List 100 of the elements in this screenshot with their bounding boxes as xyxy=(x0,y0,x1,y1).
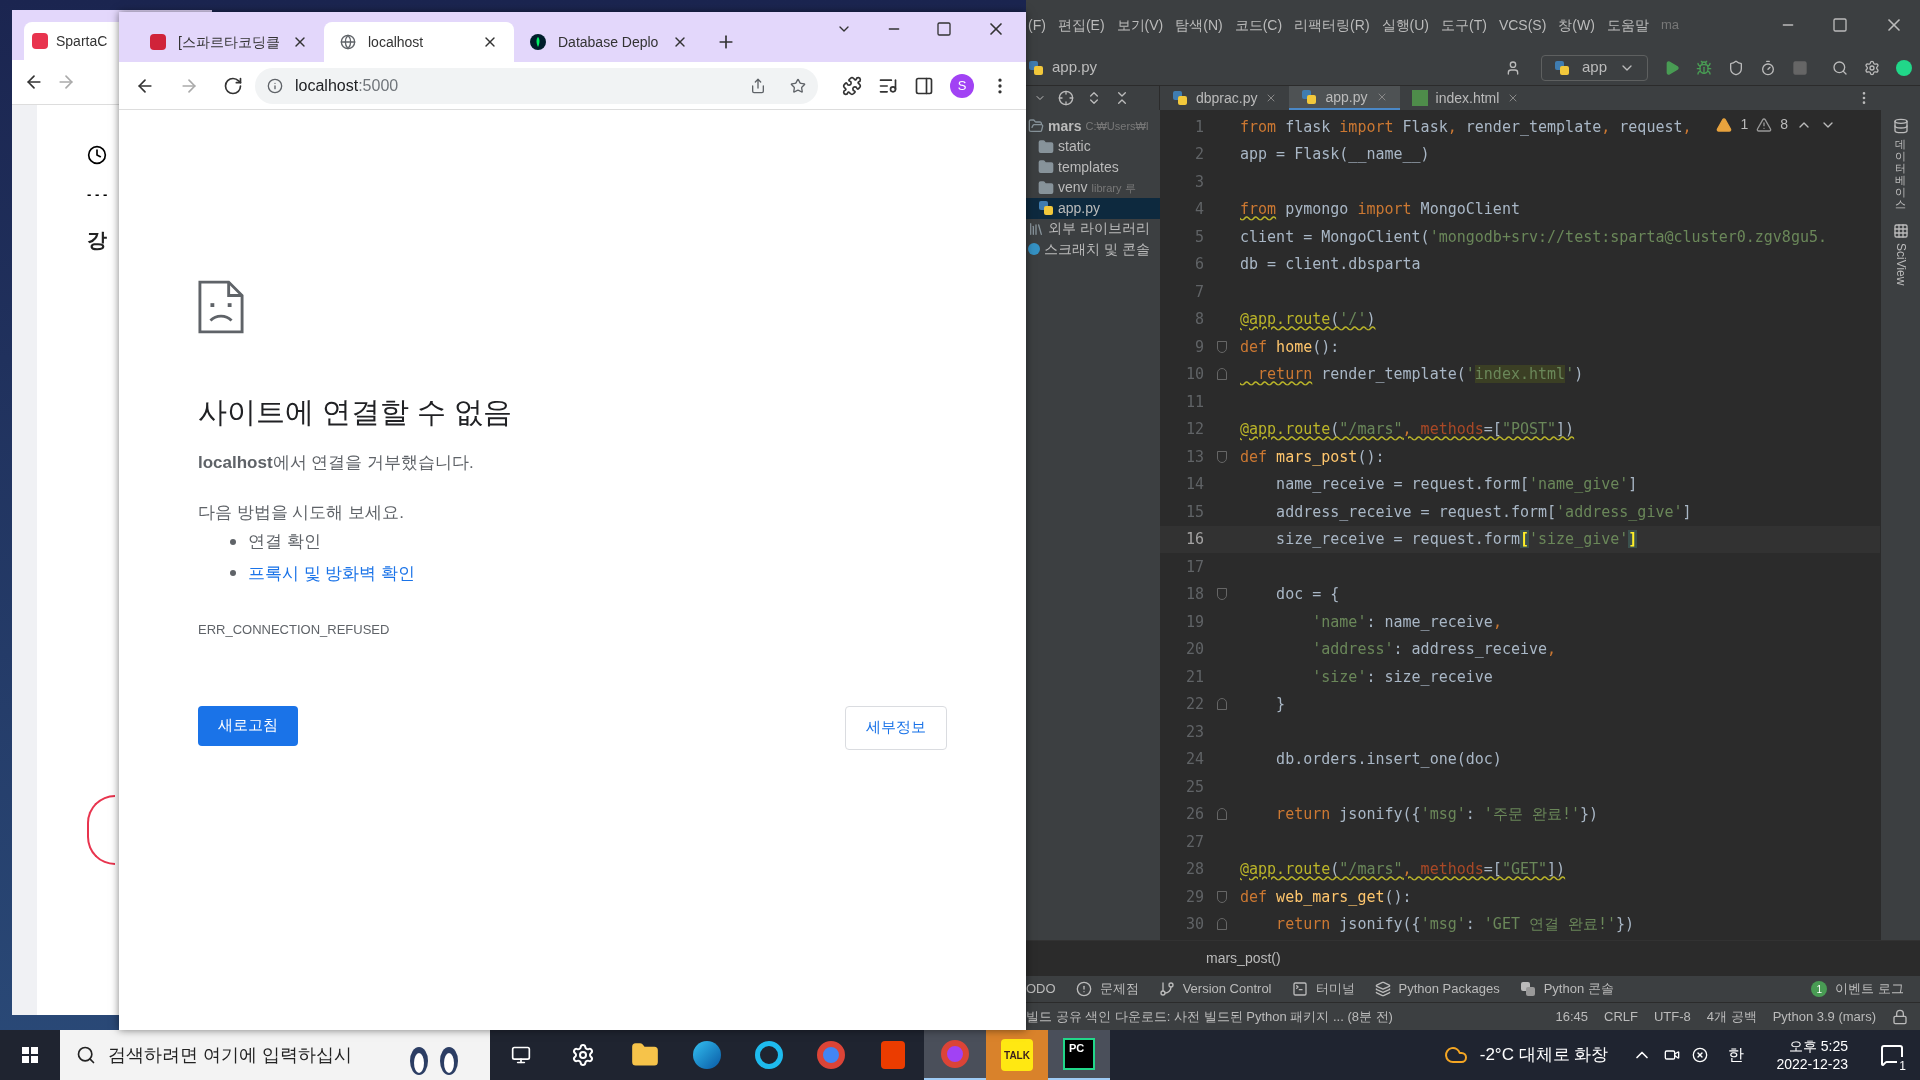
python-file-icon xyxy=(1172,90,1188,106)
menu-item[interactable]: 도구(T) xyxy=(1441,14,1487,36)
profile-icon[interactable] xyxy=(1760,59,1776,76)
database-icon xyxy=(1892,118,1909,134)
run-icon[interactable] xyxy=(1664,59,1680,76)
line-number: 22 xyxy=(1184,694,1204,715)
task-view-icon xyxy=(511,1045,531,1065)
toolbox-logo-icon[interactable] xyxy=(1896,59,1912,76)
search-icon[interactable] xyxy=(1832,59,1848,76)
run-config-dropdown[interactable]: app xyxy=(1540,54,1648,81)
code-token: import xyxy=(1339,117,1394,136)
status-item[interactable]: 16:45 xyxy=(1555,1006,1589,1027)
maximize-icon[interactable] xyxy=(1832,17,1848,33)
line-number: 19 xyxy=(1184,611,1204,633)
clock[interactable]: 오후 5:25 2022-12-23 xyxy=(1764,1037,1860,1073)
info-icon[interactable] xyxy=(267,77,283,94)
browser-tab[interactable]: [스파르타코딩클 xyxy=(134,22,324,62)
coverage-icon[interactable] xyxy=(1728,59,1744,76)
browser-tab[interactable]: SpartaC xyxy=(24,22,119,60)
editor-tab[interactable]: index.html xyxy=(1399,86,1532,110)
chrome-logo-icon xyxy=(941,1040,969,1068)
status-item[interactable]: Python 3.9 (mars) xyxy=(1772,1006,1876,1027)
menu-item[interactable]: (F) xyxy=(1028,14,1046,36)
menu-item[interactable]: 창(W) xyxy=(1558,14,1595,36)
project-tree-item[interactable]: 스크래치 및 콘솔 xyxy=(1026,239,1160,260)
project-tree-item[interactable]: static xyxy=(1026,136,1160,157)
editor-tab[interactable]: dbprac.py xyxy=(1160,86,1290,110)
locate-icon[interactable] xyxy=(1058,90,1074,106)
status-item[interactable]: 4개 공백 xyxy=(1706,1006,1757,1027)
address-bar[interactable]: localhost:5000 xyxy=(255,67,818,104)
python-file-icon xyxy=(1553,59,1570,76)
debug-icon[interactable] xyxy=(1696,59,1712,76)
line-number: 2 xyxy=(1193,144,1204,165)
tool-window-button[interactable]: 데이터베이스 xyxy=(1892,118,1909,211)
broken-page-icon xyxy=(198,280,244,334)
details-button[interactable]: 세부정보 xyxy=(845,705,947,750)
event-log-tab[interactable]: 1 이벤트 로그 xyxy=(1811,979,1904,999)
profile-avatar[interactable]: S xyxy=(950,73,974,98)
meet-icon[interactable] xyxy=(1664,1047,1681,1063)
project-tree-item[interactable]: templates xyxy=(1026,157,1160,178)
code-token: (): xyxy=(1384,887,1412,906)
ime-indicator[interactable]: 한 xyxy=(1720,1043,1753,1067)
tool-window-button[interactable]: SciView xyxy=(1891,222,1910,286)
status-item[interactable]: UTF-8 xyxy=(1654,1006,1691,1027)
taskbar-app[interactable] xyxy=(924,1030,986,1080)
code-token: size_receive = request.form xyxy=(1275,530,1520,548)
taskbar-app[interactable]: TALK xyxy=(986,1030,1048,1080)
tool-window-tab[interactable]: Python Packages xyxy=(1374,979,1500,999)
warning-icon[interactable] xyxy=(1756,116,1773,133)
tool-window-tab[interactable]: 터미널 xyxy=(1291,979,1355,999)
lock-icon[interactable] xyxy=(1892,1008,1908,1025)
tool-window-tab[interactable]: Python 콘솔 xyxy=(1519,979,1614,999)
code-token: ) xyxy=(1574,365,1584,383)
reload-button[interactable]: 새로고침 xyxy=(198,705,298,746)
code-token: }) xyxy=(1579,805,1599,823)
menu-item[interactable]: 편집(E) xyxy=(1057,14,1105,36)
extensions-icon[interactable] xyxy=(842,75,862,96)
tool-window-tab[interactable]: 문제점 xyxy=(1075,979,1139,999)
menu-item[interactable]: 실행(U) xyxy=(1381,14,1429,36)
code-token: def xyxy=(1240,447,1268,466)
tool-window-tab[interactable]: ODO xyxy=(1026,979,1056,999)
status-message[interactable]: 빌드 공유 색인 다운로드: 사전 빌드된 Python 패키지 ... (8분 전) xyxy=(1026,1006,1393,1027)
suggestion-link[interactable]: 프록시 및 방화벽 확인 xyxy=(248,560,416,586)
menu-item[interactable]: VCS(S) xyxy=(1498,14,1547,36)
search-input[interactable]: 검색하려면 여기에 입력하십시 xyxy=(108,1041,382,1069)
tray-close-icon[interactable] xyxy=(1692,1047,1709,1063)
tool-window-tab[interactable]: Version Control xyxy=(1158,979,1272,999)
menu-item[interactable]: 도움말 xyxy=(1606,14,1649,36)
project-tree-item[interactable]: mars C:₩Users₩l xyxy=(1026,116,1160,137)
breadcrumb[interactable]: mars_post() xyxy=(1206,947,1281,969)
taskbar-app[interactable]: PC xyxy=(1048,1030,1110,1080)
browser-tab[interactable]: localhost xyxy=(324,22,514,62)
event-count-badge: 1 xyxy=(1811,981,1828,997)
menu-item[interactable]: 탐색(N) xyxy=(1175,14,1223,36)
menu-item[interactable]: 코드(C) xyxy=(1234,14,1283,36)
search-field[interactable]: 검색하려면 여기에 입력하십시 xyxy=(60,1030,490,1080)
circle-button[interactable] xyxy=(87,794,115,865)
share-icon[interactable] xyxy=(750,77,766,94)
line-number: 3 xyxy=(1193,171,1204,193)
bookmark-icon[interactable] xyxy=(790,77,806,94)
error-icon[interactable] xyxy=(1716,116,1733,133)
code-token: ( xyxy=(1330,860,1340,878)
settings-icon[interactable] xyxy=(1864,59,1880,76)
menu-item[interactable]: 보기(V) xyxy=(1116,14,1164,36)
weather-text[interactable]: -2°C 대체로 화창 xyxy=(1479,1042,1609,1068)
editor-tab[interactable]: app.py xyxy=(1289,86,1400,110)
menu-item[interactable]: 리팩터링(R) xyxy=(1294,14,1370,36)
code-token: Flask xyxy=(1401,117,1448,136)
maximize-icon[interactable] xyxy=(936,21,952,37)
reload-icon[interactable] xyxy=(223,75,243,96)
line-number: 17 xyxy=(1184,556,1204,578)
side-panel-icon[interactable] xyxy=(914,75,934,96)
status-item[interactable]: CRLF xyxy=(1604,1006,1638,1027)
nav-file[interactable]: app.py xyxy=(1052,56,1098,79)
browser-tab[interactable]: Database Deplo xyxy=(514,22,704,62)
code-token: 'msg' xyxy=(1420,805,1466,823)
code-token: @app.route xyxy=(1240,420,1331,438)
project-tree-item[interactable]: app.py xyxy=(1026,198,1160,219)
project-tree-item[interactable]: 외부 라이브러리 xyxy=(1026,218,1160,239)
clock-icon xyxy=(87,145,107,165)
